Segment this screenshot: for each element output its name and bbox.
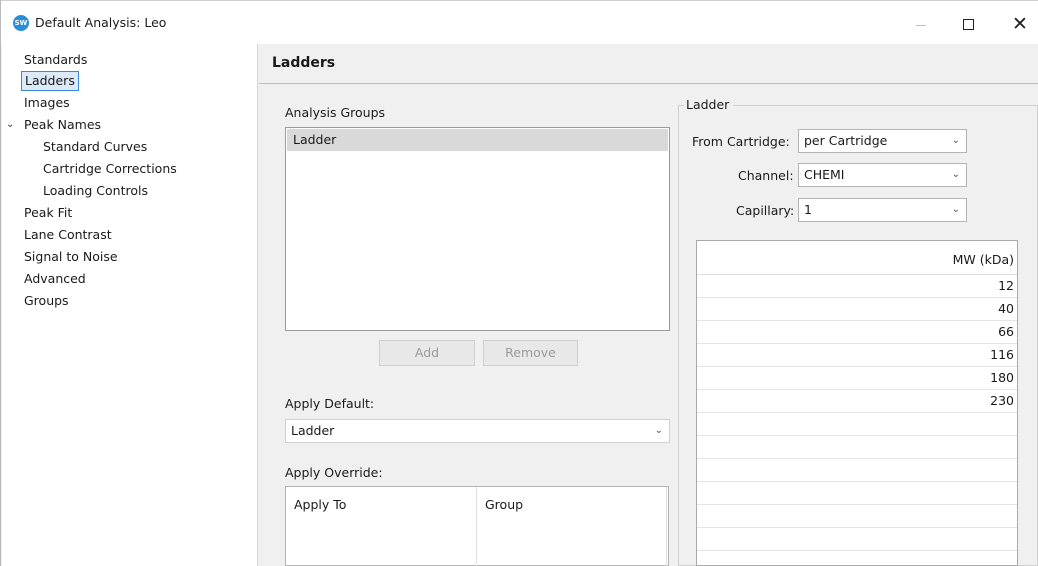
minimize-button[interactable] (898, 9, 944, 39)
table-row[interactable]: 66 (697, 321, 1017, 344)
mw-value: 40 (998, 301, 1014, 316)
sidebar-item-label: Images (24, 95, 70, 110)
sidebar-item-label: Signal to Noise (24, 249, 118, 264)
sidebar-item-standard-curves[interactable]: Standard Curves (43, 137, 147, 157)
chevron-down-icon: ⌄ (951, 169, 960, 180)
capillary-select[interactable]: 1 ⌄ (798, 198, 967, 222)
channel-value: CHEMI (804, 167, 845, 182)
table-row[interactable] (697, 528, 1017, 551)
column-header-label: MW (kDa) (952, 252, 1014, 267)
sidebar-item-label: Advanced (24, 271, 86, 286)
sidebar-item-advanced[interactable]: Advanced (24, 269, 86, 289)
sidebar-item-peak-fit[interactable]: Peak Fit (24, 203, 72, 223)
table-row[interactable] (697, 459, 1017, 482)
sidebar-item-signal-to-noise[interactable]: Signal to Noise (24, 247, 118, 267)
sidebar-item-peak-names[interactable]: Peak Names (24, 115, 101, 135)
sidebar-item-label: Peak Names (24, 117, 102, 132)
table-row[interactable]: 116 (697, 344, 1017, 367)
sidebar-item-lane-contrast[interactable]: Lane Contrast (24, 225, 112, 245)
table-row[interactable] (697, 505, 1017, 528)
capillary-label: Capillary: (736, 203, 795, 218)
sidebar-item-label: Groups (24, 293, 69, 308)
apply-override-label: Apply Override: (285, 465, 383, 480)
mw-value: 66 (998, 324, 1014, 339)
sidebar-item-label: Cartridge Corrections (43, 161, 177, 176)
mw-value: 116 (990, 347, 1014, 362)
channel-select[interactable]: CHEMI ⌄ (798, 163, 967, 187)
close-button[interactable]: ✕ (997, 9, 1038, 39)
app-icon: SW (13, 15, 29, 31)
chevron-down-icon: ⌄ (951, 204, 960, 215)
chevron-down-icon: ⌄ (951, 135, 960, 146)
sidebar-item-images[interactable]: Images (24, 93, 70, 113)
chevron-down-icon[interactable]: ⌄ (6, 115, 18, 135)
window: SW Default Analysis: Leo ✕ Standards Lad… (0, 0, 1038, 566)
mw-value: 12 (998, 278, 1014, 293)
table-row[interactable] (697, 436, 1017, 459)
table-row[interactable] (697, 482, 1017, 505)
mw-table[interactable]: MW (kDa) 12 40 66 116 180 230 (696, 240, 1018, 566)
page-header: Ladders (259, 44, 1038, 84)
table-row[interactable]: 230 (697, 390, 1017, 413)
sidebar-item-label: Standard Curves (43, 139, 148, 154)
apply-default-label: Apply Default: (285, 396, 375, 411)
sidebar-item-loading-controls[interactable]: Loading Controls (43, 181, 148, 201)
from-cartridge-select[interactable]: per Cartridge ⌄ (798, 129, 967, 153)
list-item[interactable]: Ladder (287, 129, 668, 151)
sidebar-item-label: Loading Controls (43, 183, 148, 198)
table-row[interactable]: 40 (697, 298, 1017, 321)
sidebar-item-label: Standards (24, 52, 88, 67)
mw-value: 180 (990, 370, 1014, 385)
table-row[interactable]: 180 (697, 367, 1017, 390)
remove-button[interactable]: Remove (483, 340, 578, 366)
sidebar-item-cartridge-corrections[interactable]: Cartridge Corrections (43, 159, 177, 179)
add-button[interactable]: Add (379, 340, 475, 366)
sidebar-item-standards[interactable]: Standards (24, 50, 87, 70)
table-row[interactable] (697, 551, 1017, 566)
maximize-icon (962, 18, 974, 30)
table-row[interactable] (697, 413, 1017, 436)
ladder-group-title: Ladder (684, 97, 734, 112)
apply-default-select[interactable]: Ladder ⌄ (285, 419, 670, 443)
sidebar-item-label: Ladders (25, 73, 75, 88)
window-title: Default Analysis: Leo (35, 15, 167, 30)
analysis-groups-label: Analysis Groups (285, 105, 386, 120)
sidebar-item-label: Peak Fit (24, 205, 73, 220)
chevron-down-icon: ⌄ (654, 425, 663, 436)
mw-value: 230 (990, 393, 1014, 408)
page-title: Ladders (272, 55, 336, 71)
apply-default-value: Ladder (291, 423, 335, 438)
channel-label: Channel: (738, 168, 794, 183)
sidebar-item-groups[interactable]: Groups (24, 291, 69, 311)
apply-override-table[interactable]: Apply To Group (285, 486, 669, 566)
column-header-label: Apply To (294, 497, 347, 512)
sidebar-item-ladders[interactable]: Ladders (21, 71, 79, 91)
column-header-label: Group (485, 497, 524, 512)
from-cartridge-label: From Cartridge: (692, 134, 790, 149)
from-cartridge-value: per Cartridge (804, 133, 888, 148)
analysis-groups-list[interactable]: Ladder (285, 127, 670, 331)
sidebar-nav: Standards Ladders Images ⌄ Peak Names St… (2, 44, 258, 566)
maximize-button[interactable] (945, 9, 991, 39)
minimize-icon (916, 24, 926, 26)
sidebar-item-label: Lane Contrast (24, 227, 112, 242)
mw-column-header[interactable]: MW (kDa) (697, 241, 1017, 275)
close-icon: ✕ (1012, 13, 1028, 35)
column-header-apply-to[interactable]: Apply To (286, 487, 477, 566)
table-row[interactable]: 12 (697, 275, 1017, 298)
title-bar: SW Default Analysis: Leo ✕ (1, 0, 1038, 44)
column-header-group[interactable]: Group (477, 487, 667, 566)
capillary-value: 1 (804, 202, 812, 217)
